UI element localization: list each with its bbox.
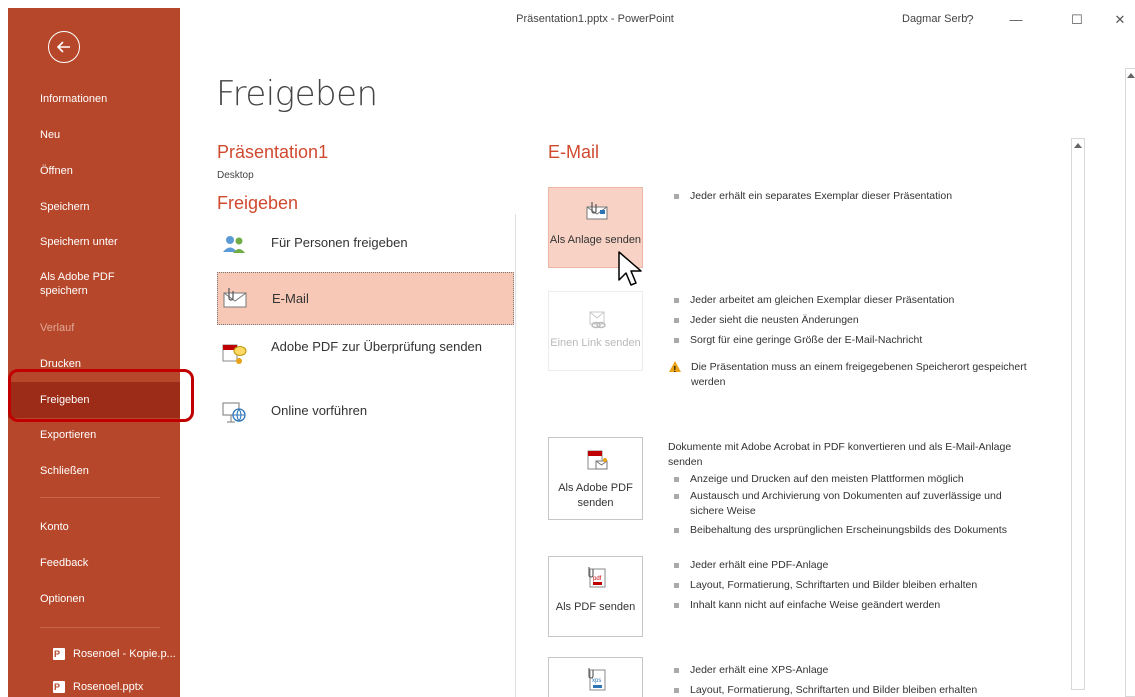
adobe-pdf-bullet: Austausch und Archivierung von Dokumente… bbox=[674, 489, 1034, 519]
sidebar-item-feedback[interactable]: Feedback bbox=[8, 545, 180, 581]
sidebar-item-schliessen[interactable]: Schließen bbox=[8, 453, 180, 489]
sidebar-item-als-adobe-pdf-speichern[interactable]: Als Adobe PDF speichern bbox=[8, 266, 128, 304]
warning-icon bbox=[669, 361, 681, 377]
sidebar-item-neu[interactable]: Neu bbox=[8, 117, 180, 153]
send-as-pdf-button[interactable]: pdf Als PDF senden bbox=[548, 556, 643, 637]
sidebar-divider bbox=[40, 497, 160, 498]
back-button[interactable] bbox=[48, 31, 80, 63]
adobe-pdf-bullet: Anzeige und Drucken auf den meisten Plat… bbox=[674, 472, 1054, 487]
share-option-label: Online vorführen bbox=[271, 403, 368, 418]
document-name: Präsentation1 bbox=[217, 142, 329, 162]
recent-file-label: Rosenoel.pptx bbox=[73, 681, 144, 693]
adobe-pdf-mail-icon bbox=[587, 450, 608, 470]
link-warning: Die Präsentation muss an einem freigegeb… bbox=[669, 360, 1034, 390]
link-bullet: Sorgt für eine geringe Größe der E-Mail-… bbox=[674, 333, 1054, 348]
share-option-present-online[interactable]: Online vorführen bbox=[217, 394, 514, 430]
send-as-attachment-button[interactable]: Als Anlage senden bbox=[548, 187, 643, 268]
document-location: Desktop bbox=[217, 170, 254, 181]
pptx-file-icon bbox=[53, 672, 65, 697]
pdf-bullet: Inhalt kann nicht auf einfache Weise geä… bbox=[674, 598, 1054, 613]
send-as-pdf-label: Als PDF senden bbox=[555, 601, 636, 613]
help-button[interactable]: ? bbox=[955, 9, 985, 31]
page-scrollbar[interactable] bbox=[1125, 68, 1135, 697]
sidebar-item-konto[interactable]: Konto bbox=[8, 509, 180, 545]
column-divider bbox=[515, 214, 516, 697]
link-bullet: Jeder arbeitet am gleichen Exemplar dies… bbox=[674, 293, 1054, 308]
share-option-label: E-Mail bbox=[272, 291, 309, 306]
adobe-pdf-bullet: Beibehaltung des ursprünglichen Erschein… bbox=[674, 523, 1054, 538]
minimize-button[interactable]: — bbox=[1001, 9, 1031, 31]
share-option-people[interactable]: Für Personen freigeben bbox=[217, 226, 514, 262]
email-icon bbox=[223, 288, 247, 308]
sidebar-item-informationen[interactable]: Informationen bbox=[8, 81, 180, 117]
sidebar-item-verlauf: Verlauf bbox=[40, 322, 75, 334]
send-link-label: Einen Link senden bbox=[550, 337, 641, 349]
back-arrow-icon bbox=[56, 41, 70, 53]
link-icon bbox=[589, 311, 606, 329]
sidebar-item-speichern-unter[interactable]: Speichern unter bbox=[8, 224, 180, 260]
present-online-icon bbox=[222, 402, 246, 423]
sidebar-item-exportieren[interactable]: Exportieren bbox=[8, 417, 180, 453]
close-button[interactable]: ✕ bbox=[1105, 9, 1135, 31]
pdf-attachment-icon: pdf bbox=[588, 567, 606, 588]
email-panel-header: E-Mail bbox=[548, 142, 600, 162]
pdf-review-icon bbox=[222, 344, 247, 364]
sidebar-item-drucken[interactable]: Drucken bbox=[8, 346, 180, 382]
share-section-header: Freigeben bbox=[217, 193, 299, 213]
window-title: Präsentation1.pptx - PowerPoint bbox=[516, 13, 674, 25]
people-icon bbox=[223, 236, 245, 253]
recent-file-item[interactable]: Rosenoel - Kopie.p... bbox=[8, 639, 180, 669]
attach-bullet: Jeder erhält ein separates Exemplar dies… bbox=[674, 189, 1054, 204]
svg-text:pdf: pdf bbox=[593, 576, 602, 582]
share-option-label: Adobe PDF zur Überprüfung senden bbox=[271, 339, 483, 354]
maximize-button[interactable]: ☐ bbox=[1062, 9, 1092, 31]
link-bullet: Jeder sieht die neusten Änderungen bbox=[674, 313, 1054, 328]
panel-scrollbar[interactable] bbox=[1071, 138, 1085, 690]
send-as-adobe-pdf-label: Als Adobe PDF senden bbox=[558, 482, 633, 509]
sidebar-item-oeffnen[interactable]: Öffnen bbox=[8, 153, 180, 189]
sidebar-item-speichern[interactable]: Speichern bbox=[8, 189, 180, 225]
share-option-pdf-review[interactable]: Adobe PDF zur Überprüfung senden bbox=[217, 334, 514, 380]
sidebar-item-freigeben[interactable]: Freigeben bbox=[8, 382, 180, 418]
send-as-attachment-label: Als Anlage senden bbox=[549, 234, 642, 246]
pdf-bullet: Layout, Formatierung, Schriftarten und B… bbox=[674, 578, 1054, 593]
send-as-adobe-pdf-button[interactable]: Als Adobe PDF senden bbox=[548, 437, 643, 520]
share-option-email[interactable]: E-Mail bbox=[217, 272, 514, 325]
sidebar-divider bbox=[40, 627, 160, 628]
sidebar-item-optionen[interactable]: Optionen bbox=[8, 581, 180, 617]
adobe-pdf-intro: Dokumente mit Adobe Acrobat in PDF konve… bbox=[668, 441, 1012, 468]
send-link-button: Einen Link senden bbox=[548, 291, 643, 371]
xps-bullet: Layout, Formatierung, Schriftarten und B… bbox=[674, 683, 1054, 697]
recent-file-item[interactable]: Rosenoel.pptx bbox=[8, 672, 180, 697]
page-title: Freigeben bbox=[216, 74, 378, 114]
pptx-file-icon bbox=[53, 639, 65, 669]
svg-text:xps: xps bbox=[592, 678, 601, 684]
xps-attachment-icon: xps bbox=[588, 668, 606, 691]
scroll-up-arrow-icon[interactable] bbox=[1074, 143, 1082, 148]
recent-file-label: Rosenoel - Kopie.p... bbox=[73, 648, 176, 660]
email-attachment-icon bbox=[586, 202, 608, 220]
scroll-up-arrow-icon[interactable] bbox=[1127, 73, 1135, 78]
xps-bullet: Jeder erhält eine XPS-Anlage bbox=[674, 663, 1054, 678]
share-option-label: Für Personen freigeben bbox=[271, 235, 408, 250]
send-as-xps-button[interactable]: xps bbox=[548, 657, 643, 697]
link-warning-text: Die Präsentation muss an einem freigegeb… bbox=[691, 361, 1027, 388]
backstage-sidebar: Informationen Neu Öffnen Speichern Speic… bbox=[8, 8, 180, 697]
pdf-bullet: Jeder erhält eine PDF-Anlage bbox=[674, 558, 1054, 573]
